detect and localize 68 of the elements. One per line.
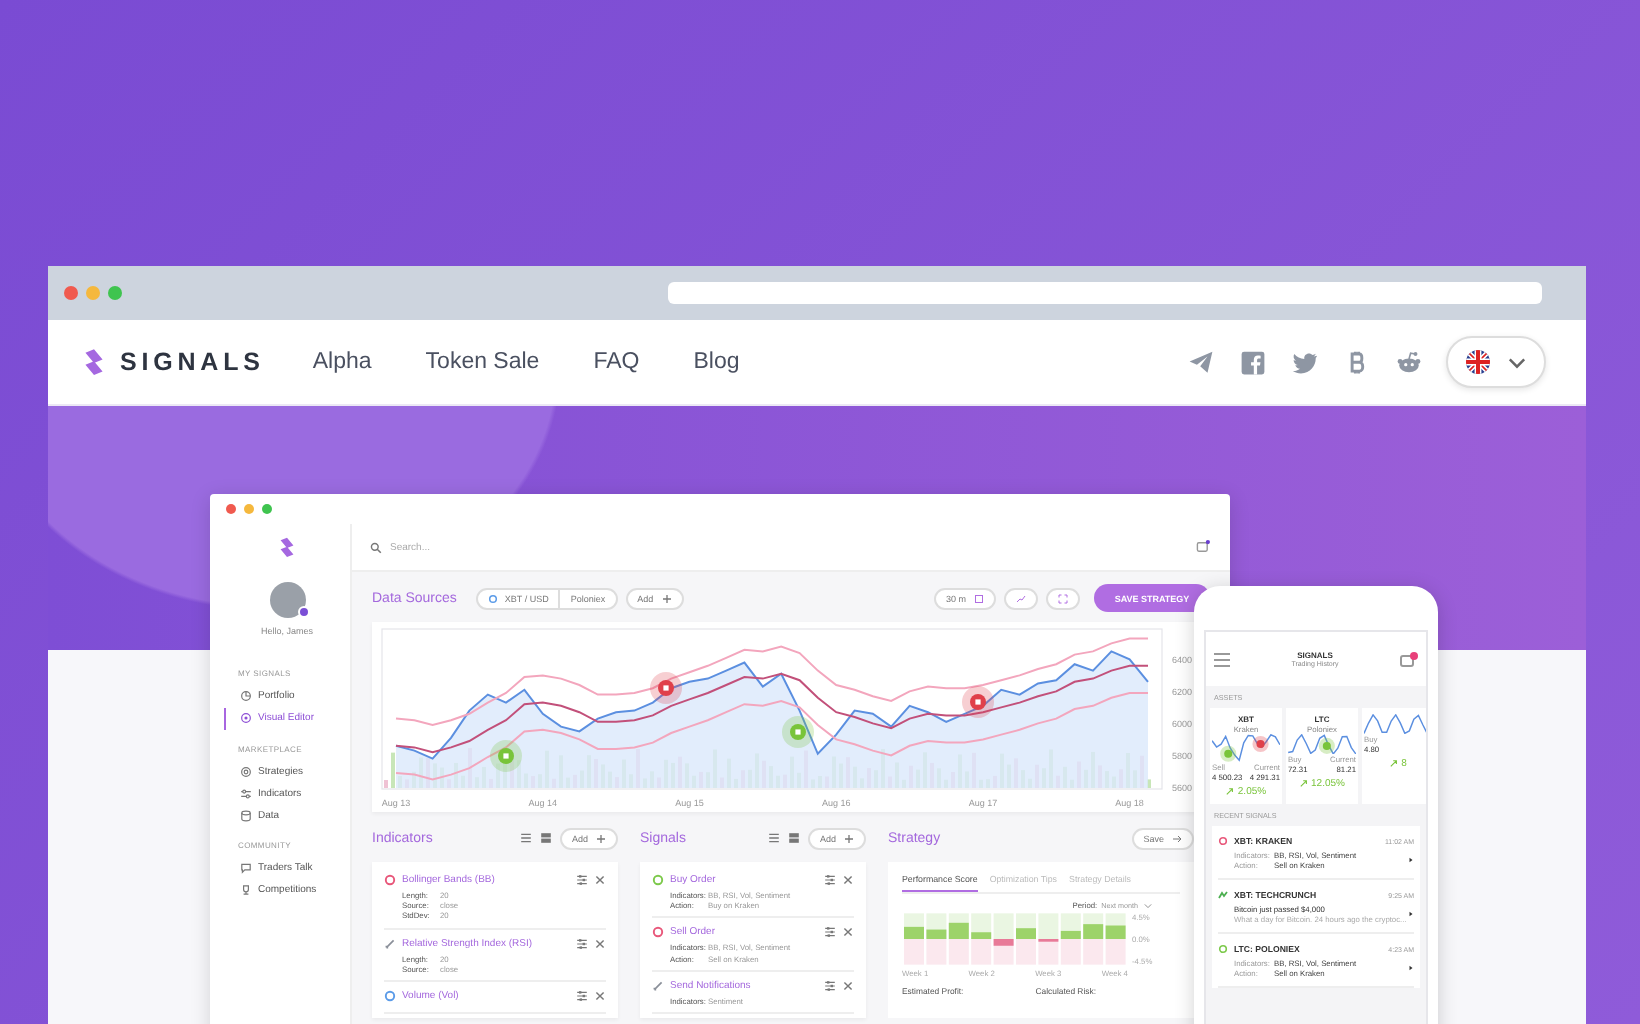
close-icon[interactable] (842, 979, 854, 992)
settings-icon[interactable] (824, 874, 836, 886)
nav-link[interactable]: FAQ (593, 350, 640, 374)
facebook-icon[interactable] (1240, 349, 1266, 375)
close-icon[interactable] (842, 926, 854, 939)
list-view-icon[interactable] (767, 832, 780, 844)
minimize-dot[interactable] (244, 504, 254, 514)
arrow-right-icon (1172, 833, 1182, 843)
minimize-dot[interactable] (86, 286, 100, 300)
sell-marker-icon[interactable] (962, 686, 994, 718)
search-icon (370, 541, 382, 553)
price-chart-drawing (1364, 714, 1426, 735)
trend-up-icon (1389, 760, 1398, 769)
trophy-icon (240, 884, 252, 897)
logo-text: SIGNALS (120, 348, 265, 376)
close-icon[interactable] (842, 874, 854, 886)
circle-icon (240, 765, 252, 778)
reddit-icon[interactable] (1396, 349, 1422, 375)
sell-marker-icon[interactable] (650, 672, 682, 704)
avatar[interactable] (269, 582, 305, 618)
twitter-icon[interactable] (1292, 349, 1318, 375)
notification-icon[interactable] (1400, 651, 1418, 667)
chat-icon (240, 862, 252, 875)
language-selector[interactable] (1446, 336, 1546, 388)
flag-icon (1466, 350, 1490, 374)
buy-marker-icon[interactable] (782, 716, 814, 748)
chevron-down-icon (1144, 901, 1152, 909)
settings-icon[interactable] (824, 979, 836, 992)
plus-icon (661, 593, 672, 603)
logo-icon (278, 536, 296, 560)
close-dot[interactable] (64, 286, 78, 300)
close-icon[interactable] (594, 937, 606, 950)
expand-icon (1058, 593, 1068, 603)
close-icon[interactable] (594, 990, 606, 1003)
plus-icon (596, 833, 606, 843)
grid-view-icon[interactable] (539, 832, 552, 844)
grid-view-icon[interactable] (787, 832, 800, 844)
list-view-icon[interactable] (519, 832, 532, 844)
close-icon[interactable] (594, 874, 606, 886)
price-chart-drawing (1212, 734, 1280, 763)
buy-marker-icon[interactable] (490, 740, 522, 772)
pie-chart-icon (240, 690, 252, 703)
calendar-icon (974, 593, 984, 603)
maximize-dot[interactable] (108, 286, 122, 300)
nav-link[interactable]: Blog (693, 350, 740, 374)
trend-up-icon (1299, 780, 1308, 789)
circle-icon (488, 593, 499, 603)
settings-icon[interactable] (576, 874, 588, 886)
close-dot[interactable] (226, 504, 236, 514)
maximize-dot[interactable] (262, 504, 272, 514)
trend-up-icon (1225, 788, 1234, 797)
database-icon (240, 809, 252, 822)
target-icon (240, 712, 252, 725)
plus-icon (844, 833, 854, 843)
logo-icon (82, 345, 106, 379)
settings-icon[interactable] (824, 926, 836, 939)
paper-plane-icon[interactable] (1188, 349, 1214, 375)
verified-badge (297, 606, 309, 618)
menu-icon[interactable] (1214, 651, 1230, 667)
trend-icon (1016, 593, 1026, 603)
notification-icon[interactable] (1196, 540, 1210, 554)
price-chart-drawing (1288, 734, 1356, 755)
nav-link[interactable]: Alpha (312, 350, 372, 374)
nav-link[interactable]: Token Sale (425, 350, 540, 374)
settings-icon[interactable] (576, 937, 588, 950)
chevron-down-icon (1508, 355, 1526, 369)
sliders-icon (240, 787, 252, 800)
settings-icon[interactable] (576, 990, 588, 1003)
